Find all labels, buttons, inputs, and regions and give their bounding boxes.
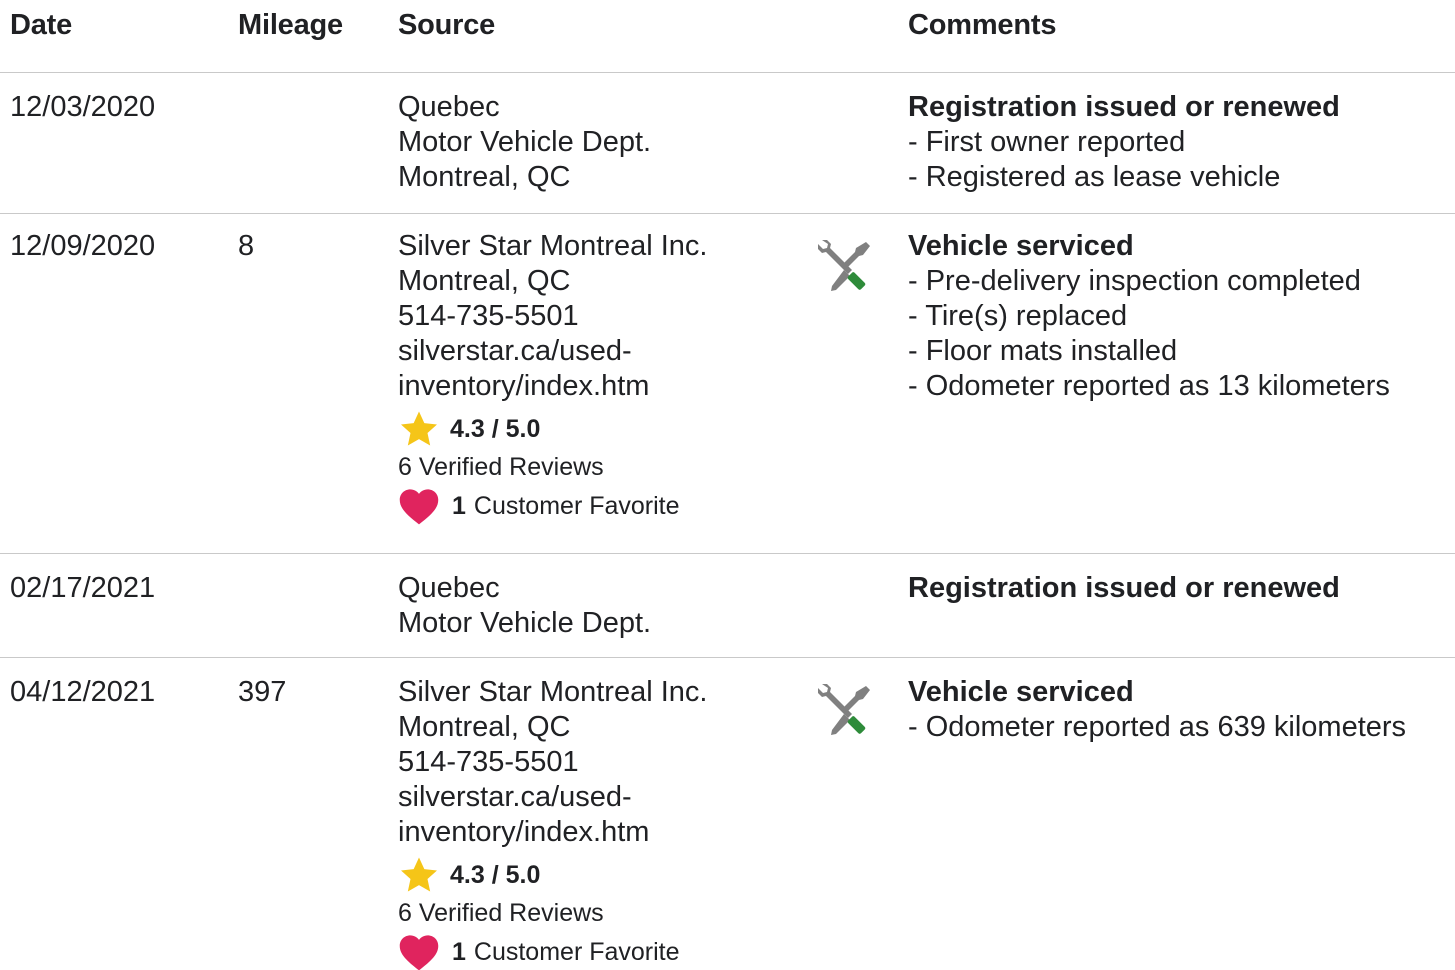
column-header-comments[interactable]: Comments	[908, 9, 1056, 42]
comment-item: - Odometer reported as 13 kilometers	[908, 370, 1390, 402]
source-location: Montreal, QC	[398, 161, 571, 193]
comment-title: Registration issued or renewed	[908, 91, 1340, 123]
record-source: Silver Star Montreal Inc. Montreal, QC 5…	[398, 229, 707, 527]
customer-favorite: 1 Customer Favorite	[398, 485, 707, 527]
comment-title: Vehicle serviced	[908, 230, 1134, 262]
service-icon-cell	[816, 236, 874, 303]
service-icon-cell	[816, 680, 874, 747]
record-source: Silver Star Montreal Inc. Montreal, QC 5…	[398, 675, 707, 970]
verified-reviews-link[interactable]: 6 Verified Reviews	[398, 449, 707, 485]
table-header: Date Mileage Source Comments	[0, 0, 1455, 73]
customer-favorite: 1 Customer Favorite	[398, 931, 707, 970]
source-website-cont[interactable]: inventory/index.htm	[398, 815, 707, 850]
verified-reviews-link[interactable]: 6 Verified Reviews	[398, 895, 707, 931]
record-source: Quebec Motor Vehicle Dept. Montreal, QC	[398, 90, 651, 195]
source-website[interactable]: silverstar.ca/used-	[398, 334, 707, 369]
comment-item: - Registered as lease vehicle	[908, 161, 1281, 193]
record-comments: Vehicle serviced - Pre-delivery inspecti…	[908, 229, 1390, 404]
table-row: 04/12/2021 397 Silver Star Montreal Inc.…	[0, 658, 1455, 970]
source-name: Quebec	[398, 91, 500, 123]
record-date: 02/17/2021	[10, 572, 156, 604]
heart-icon	[399, 935, 439, 970]
record-comments: Registration issued or renewed	[908, 571, 1340, 606]
record-mileage: 8	[238, 230, 255, 262]
favorite-count: 1	[452, 491, 466, 520]
record-source: Quebec Motor Vehicle Dept.	[398, 571, 651, 641]
record-date: 12/09/2020	[10, 230, 156, 262]
source-phone[interactable]: 514-735-5501	[398, 745, 707, 780]
column-header-mileage[interactable]: Mileage	[238, 9, 343, 42]
rating-value: 4.3 / 5.0	[450, 860, 541, 889]
record-comments: Registration issued or renewed - First o…	[908, 90, 1340, 195]
table-row: 12/03/2020 Quebec Motor Vehicle Dept. Mo…	[0, 73, 1455, 214]
record-date: 04/12/2021	[10, 676, 156, 708]
table-row: 02/17/2021 Quebec Motor Vehicle Dept. Re…	[0, 554, 1455, 658]
comment-title: Vehicle serviced	[908, 676, 1134, 708]
rating-value: 4.3 / 5.0	[450, 414, 541, 443]
table-row: 12/09/2020 8 Silver Star Montreal Inc. M…	[0, 214, 1455, 554]
comment-title: Registration issued or renewed	[908, 572, 1340, 604]
source-website[interactable]: silverstar.ca/used-	[398, 780, 707, 815]
heart-icon	[399, 489, 439, 525]
dealer-rating: 4.3 / 5.0	[398, 855, 707, 895]
wrench-screwdriver-icon	[818, 240, 870, 291]
comment-item: - Odometer reported as 639 kilometers	[908, 711, 1407, 743]
source-name[interactable]: Silver Star Montreal Inc.	[398, 229, 707, 264]
wrench-screwdriver-icon	[818, 684, 870, 735]
star-icon	[401, 411, 437, 446]
record-mileage: 397	[238, 676, 287, 708]
column-header-date[interactable]: Date	[10, 9, 72, 42]
comment-item: - Tire(s) replaced	[908, 300, 1128, 332]
dealer-rating: 4.3 / 5.0	[398, 409, 707, 449]
source-location: Montreal, QC	[398, 265, 571, 297]
star-icon	[401, 857, 437, 892]
comment-item: - Pre-delivery inspection completed	[908, 265, 1361, 297]
record-comments: Vehicle serviced - Odometer reported as …	[908, 675, 1406, 745]
source-line: Motor Vehicle Dept.	[398, 607, 652, 639]
source-name[interactable]: Silver Star Montreal Inc.	[398, 675, 707, 710]
comment-item: - Floor mats installed	[908, 335, 1178, 367]
comment-item: - First owner reported	[908, 126, 1186, 158]
favorite-count: 1	[452, 937, 466, 966]
column-header-source[interactable]: Source	[398, 9, 495, 42]
record-date: 12/03/2020	[10, 91, 156, 123]
favorite-label: Customer Favorite	[473, 491, 680, 520]
source-phone[interactable]: 514-735-5501	[398, 299, 707, 334]
vehicle-history-table: Date Mileage Source Comments 12/03/2020 …	[0, 0, 1455, 970]
source-name: Quebec	[398, 572, 500, 604]
source-line: Motor Vehicle Dept.	[398, 126, 652, 158]
source-location: Montreal, QC	[398, 711, 571, 743]
source-website-cont[interactable]: inventory/index.htm	[398, 369, 707, 404]
favorite-label: Customer Favorite	[473, 937, 680, 966]
